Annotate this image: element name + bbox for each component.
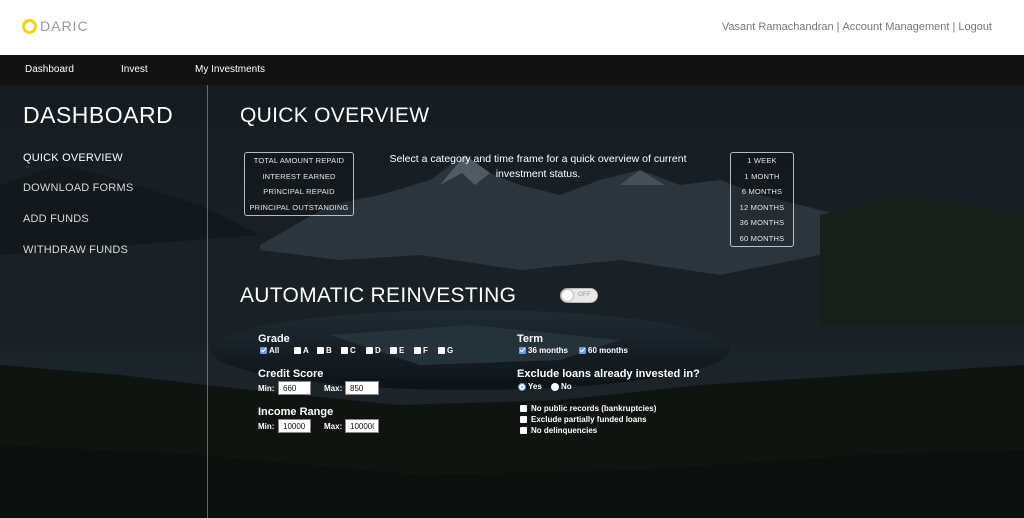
nav-my-investments[interactable]: My Investments (195, 64, 265, 75)
sidebar-item-download-forms[interactable]: DOWNLOAD FORMS (23, 182, 133, 194)
logo-text: DARIC (40, 18, 89, 34)
grade-label: Grade (258, 333, 290, 345)
automatic-reinvesting-title: AUTOMATIC REINVESTING (240, 284, 517, 307)
grade-f-checkbox[interactable] (414, 347, 421, 354)
timeframe-selector: 1 WEEK 1 MONTH 6 MONTHS 12 MONTHS 36 MON… (730, 152, 794, 247)
nav-dashboard[interactable]: Dashboard (25, 64, 74, 75)
grade-all-label: All (269, 346, 280, 355)
grade-e-checkbox[interactable] (390, 347, 397, 354)
exclude-no-label: No (561, 382, 572, 391)
toggle-label: OFF (578, 291, 591, 298)
sidebar-title: DASHBOARD (23, 102, 174, 128)
logo-ring-icon (22, 18, 37, 34)
grade-g-label: G (447, 346, 454, 355)
grade-c-label: C (350, 346, 356, 355)
grade-c-checkbox[interactable] (341, 347, 348, 354)
grade-d-label: D (375, 346, 381, 355)
no-delinquencies-checkbox[interactable] (520, 427, 527, 434)
category-selector: TOTAL AMOUNT REPAID INTEREST EARNED PRIN… (244, 152, 354, 216)
grade-f-label: F (423, 346, 428, 355)
exclude-partially-funded-checkbox[interactable] (520, 416, 527, 423)
credit-max-label: Max: (324, 384, 343, 393)
quick-overview-title: QUICK OVERVIEW (240, 104, 430, 127)
timeframe-12-months[interactable]: 12 MONTHS (731, 200, 793, 216)
main-nav: Dashboard Invest My Investments (0, 55, 1024, 85)
sidebar: DASHBOARD QUICK OVERVIEW DOWNLOAD FORMS … (0, 85, 208, 518)
exclude-yes-radio[interactable] (518, 383, 526, 391)
grade-g-checkbox[interactable] (438, 347, 445, 354)
separator: | (952, 21, 956, 33)
no-delinquencies-label: No delinquencies (531, 426, 598, 435)
toggle-knob (562, 290, 573, 301)
timeframe-6-months[interactable]: 6 MONTHS (731, 184, 793, 200)
income-min-input[interactable] (278, 419, 311, 433)
nav-invest[interactable]: Invest (121, 64, 148, 75)
overview-help-text: Select a category and time frame for a q… (389, 153, 687, 180)
separator: | (836, 21, 840, 33)
term-60-checkbox[interactable] (579, 347, 586, 354)
income-min-label: Min: (258, 422, 275, 431)
grade-a-checkbox[interactable] (294, 347, 301, 354)
grade-all-checkbox[interactable] (260, 347, 267, 354)
top-header: DARIC Vasant Ramachandran | Account Mana… (0, 0, 1024, 55)
term-60-label: 60 months (588, 346, 629, 355)
category-interest-earned[interactable]: INTEREST EARNED (245, 169, 353, 185)
sidebar-item-add-funds[interactable]: ADD FUNDS (23, 213, 89, 225)
sidebar-item-withdraw-funds[interactable]: WITHDRAW FUNDS (23, 244, 128, 256)
credit-max-input[interactable] (345, 381, 379, 395)
no-public-records-label: No public records (bankruptcies) (531, 404, 657, 413)
no-public-records-checkbox[interactable] (520, 405, 527, 412)
exclude-partially-funded-label: Exclude partially funded loans (531, 415, 647, 424)
grade-a-label: A (303, 346, 309, 355)
credit-score-label: Credit Score (258, 368, 324, 380)
term-36-checkbox[interactable] (519, 347, 526, 354)
logout-link[interactable]: Logout (958, 21, 992, 33)
credit-min-label: Min: (258, 384, 275, 393)
timeframe-60-months[interactable]: 60 MONTHS (731, 231, 793, 247)
exclude-no-radio[interactable] (551, 383, 559, 391)
grade-e-label: E (399, 346, 405, 355)
category-total-amount-repaid[interactable]: TOTAL AMOUNT REPAID (245, 153, 353, 169)
term-label: Term (517, 333, 544, 345)
user-nav: Vasant Ramachandran | Account Management… (722, 21, 992, 33)
grade-b-checkbox[interactable] (317, 347, 324, 354)
income-max-input[interactable] (345, 419, 379, 433)
grade-d-checkbox[interactable] (366, 347, 373, 354)
exclude-loans-label: Exclude loans already invested in? (517, 368, 700, 380)
income-max-label: Max: (324, 422, 343, 431)
logo[interactable]: DARIC (22, 18, 89, 34)
sidebar-item-quick-overview[interactable]: QUICK OVERVIEW (23, 152, 123, 164)
income-range-label: Income Range (258, 406, 334, 418)
timeframe-1-month[interactable]: 1 MONTH (731, 169, 793, 185)
grade-b-label: B (326, 346, 332, 355)
category-principal-outstanding[interactable]: PRINCIPAL OUTSTANDING (245, 200, 353, 216)
category-principal-repaid[interactable]: PRINCIPAL REPAID (245, 184, 353, 200)
timeframe-36-months[interactable]: 36 MONTHS (731, 215, 793, 231)
credit-min-input[interactable] (278, 381, 311, 395)
account-management-link[interactable]: Account Management (842, 21, 949, 33)
reinvest-toggle[interactable]: OFF (560, 288, 598, 303)
timeframe-1-week[interactable]: 1 WEEK (731, 153, 793, 169)
term-36-label: 36 months (528, 346, 569, 355)
user-name: Vasant Ramachandran (721, 21, 834, 33)
exclude-yes-label: Yes (528, 382, 542, 391)
